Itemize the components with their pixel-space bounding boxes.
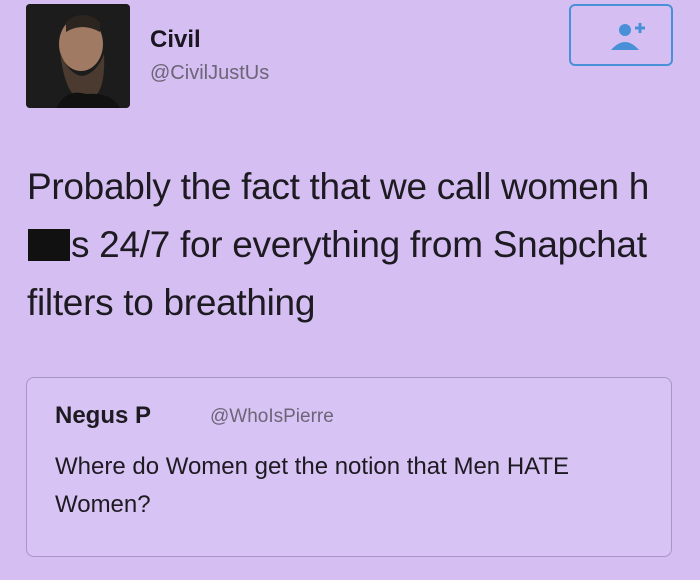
author-name[interactable]: Civil <box>150 26 201 54</box>
quoted-tweet-card[interactable]: Negus P @WhoIsPierre Where do Women get … <box>26 377 672 557</box>
tweet-text: Probably the fact that we call women h s … <box>27 158 667 332</box>
redaction-block <box>28 229 70 261</box>
author-handle[interactable]: @CivilJustUs <box>150 62 269 85</box>
follow-button[interactable] <box>569 4 673 66</box>
avatar-image-icon <box>26 4 130 108</box>
quoted-tweet-name: Negus P <box>55 402 152 429</box>
follow-person-plus-icon <box>611 23 645 50</box>
avatar[interactable] <box>26 4 130 108</box>
quoted-tweet-text: Where do Women get the notion that Men H… <box>55 453 570 518</box>
quoted-tweet-handle: @WhoIsPierre <box>210 406 334 427</box>
tweet-text-part1: Probably the fact that we call women h <box>27 166 650 207</box>
tweet-text-part2: s 24/7 for everything from Snapchat filt… <box>27 224 647 323</box>
